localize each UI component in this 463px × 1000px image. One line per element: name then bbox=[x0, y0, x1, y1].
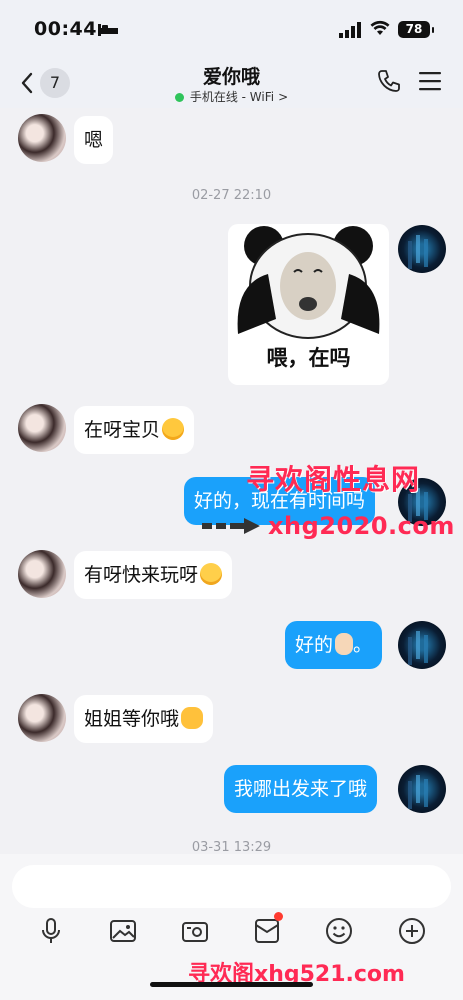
ok-hand-emoji-icon bbox=[335, 633, 354, 655]
smiling-face-emoji-icon bbox=[162, 418, 185, 440]
red-packet-button[interactable] bbox=[252, 912, 283, 946]
presence-chevron: > bbox=[278, 90, 289, 104]
add-icon bbox=[399, 918, 425, 944]
arrow-right-icon bbox=[202, 518, 260, 534]
message-bubble[interactable]: 姐姐等你哦 bbox=[74, 695, 214, 743]
online-dot-icon bbox=[174, 93, 184, 102]
hugging-face-emoji-icon bbox=[181, 707, 204, 729]
my-avatar[interactable] bbox=[398, 225, 446, 273]
message-bubble[interactable]: 嗯 bbox=[74, 116, 114, 164]
message-text: 好的 bbox=[295, 634, 334, 656]
contact-avatar[interactable] bbox=[18, 114, 66, 162]
message-bubble[interactable]: 好的。 bbox=[285, 621, 383, 669]
message-timestamp: 02-27 22:10 bbox=[191, 188, 272, 203]
contact-avatar[interactable] bbox=[18, 404, 66, 452]
pensive-face-emoji-icon bbox=[200, 563, 223, 585]
status-time: 00:44 bbox=[34, 18, 97, 40]
battery-indicator: 78 bbox=[398, 21, 434, 38]
voice-button[interactable] bbox=[36, 916, 66, 946]
chat-header: 7 爱你哦 手机在线 - WiFi > bbox=[0, 58, 463, 108]
message-text: 有呀快来玩呀 bbox=[84, 564, 199, 586]
message-text: 在呀宝贝 bbox=[84, 419, 161, 441]
photo-button[interactable] bbox=[108, 916, 138, 946]
camera-button[interactable] bbox=[180, 916, 210, 946]
message-bubble[interactable]: 有呀快来玩呀 bbox=[74, 551, 233, 599]
watermark-url: xhg2020.com bbox=[268, 512, 455, 540]
watermark-text: 寻欢阁性息网 bbox=[246, 463, 421, 496]
message-bubble[interactable]: 在呀宝贝 bbox=[74, 406, 195, 454]
message-timestamp: 03-31 13:29 bbox=[191, 840, 272, 855]
message-bubble[interactable]: 我哪出发来了哦 bbox=[224, 765, 378, 813]
contact-avatar[interactable] bbox=[18, 694, 66, 742]
add-button[interactable] bbox=[397, 916, 427, 946]
microphone-icon bbox=[42, 918, 60, 943]
emoji-icon bbox=[326, 918, 352, 944]
message-text: 姐姐等你哦 bbox=[84, 708, 180, 730]
panda-meme-sticker bbox=[237, 226, 380, 339]
sleep-focus-icon bbox=[98, 24, 118, 36]
message-text-suffix: 。 bbox=[353, 634, 373, 656]
message-input[interactable] bbox=[12, 865, 451, 908]
presence-text: 手机在线 - WiFi bbox=[189, 90, 275, 104]
contact-avatar[interactable] bbox=[18, 550, 66, 598]
sticker-message[interactable]: 喂，在吗 bbox=[228, 224, 389, 385]
menu-icon[interactable] bbox=[418, 70, 442, 92]
notification-dot bbox=[274, 912, 283, 921]
emoji-button[interactable] bbox=[324, 916, 354, 946]
cellular-signal-icon bbox=[339, 22, 361, 38]
image-icon bbox=[110, 920, 136, 942]
phone-call-icon[interactable] bbox=[376, 68, 402, 94]
status-bar: 00:44 78 bbox=[0, 0, 463, 58]
wifi-icon bbox=[370, 20, 390, 35]
my-avatar[interactable] bbox=[398, 765, 446, 813]
my-avatar[interactable] bbox=[398, 621, 446, 669]
sticker-caption: 喂，在吗 bbox=[266, 346, 351, 370]
home-indicator[interactable] bbox=[150, 982, 313, 987]
camera-icon bbox=[182, 922, 208, 942]
